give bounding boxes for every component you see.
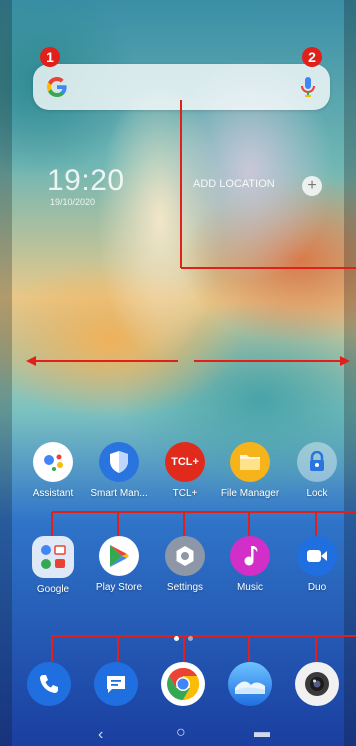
app-lock[interactable]: Lock [282, 442, 352, 499]
messages-icon[interactable] [94, 662, 138, 706]
chrome-icon[interactable] [161, 662, 205, 706]
clock-date: 19/10/2020 [50, 197, 96, 207]
app-label: File Manager [220, 488, 280, 499]
annotation-badge-2: 2 [302, 47, 322, 67]
app-label: Lock [306, 488, 328, 499]
app-label: Play Store [95, 582, 143, 593]
folder-icon[interactable] [230, 442, 270, 482]
app-label: Music [236, 582, 264, 593]
app-label: TCL+ [172, 488, 198, 499]
tcl-plus-icon[interactable]: TCL+ [165, 442, 205, 482]
camera-icon[interactable] [295, 662, 339, 706]
app-duo[interactable]: Duo [282, 536, 352, 593]
gear-icon[interactable] [165, 536, 205, 576]
navigation-bar: ‹ ○ ▬ [0, 724, 356, 746]
app-tcl-plus[interactable]: TCL+ TCL+ [150, 442, 220, 499]
phone-icon[interactable] [27, 662, 71, 706]
google-folder-icon[interactable] [32, 536, 74, 578]
app-label: Duo [307, 582, 327, 593]
annotation-badge-1: 1 [40, 47, 60, 67]
tcl-logo-text: TCL+ [171, 456, 199, 468]
app-settings[interactable]: Settings [150, 536, 220, 593]
app-smart-manager[interactable]: Smart Man... [84, 442, 154, 499]
page-dot [188, 636, 194, 641]
clock-time[interactable]: 19:20 [47, 164, 125, 198]
app-play-store[interactable]: Play Store [84, 536, 154, 593]
frame-right-edge [344, 0, 356, 746]
play-store-icon[interactable] [99, 536, 139, 576]
google-search-bar[interactable] [33, 64, 330, 110]
app-music[interactable]: Music [215, 536, 285, 593]
page-indicator [174, 628, 198, 646]
page-dot-active [174, 636, 179, 641]
video-camera-icon[interactable] [297, 536, 337, 576]
app-google-folder[interactable]: Google [18, 536, 88, 595]
add-location-icon[interactable]: + [302, 176, 322, 196]
app-label: Smart Man... [90, 488, 148, 499]
app-file-manager[interactable]: File Manager [215, 442, 285, 499]
frame-left-edge [0, 0, 12, 746]
app-label: Google [36, 584, 70, 595]
assistant-icon[interactable] [33, 442, 73, 482]
google-g-icon[interactable] [45, 75, 69, 99]
lock-icon[interactable] [297, 442, 337, 482]
back-icon[interactable]: ‹ [98, 726, 103, 744]
music-note-icon[interactable] [230, 536, 270, 576]
app-label: Settings [166, 582, 204, 593]
shield-icon[interactable] [99, 442, 139, 482]
app-label: Assistant [32, 488, 74, 499]
gallery-icon[interactable] [228, 662, 272, 706]
recents-icon[interactable]: ▬ [254, 724, 270, 742]
app-assistant[interactable]: Assistant [18, 442, 88, 499]
home-icon[interactable]: ○ [176, 724, 186, 742]
add-location-label[interactable]: ADD LOCATION [193, 178, 275, 190]
microphone-icon[interactable] [300, 76, 316, 98]
